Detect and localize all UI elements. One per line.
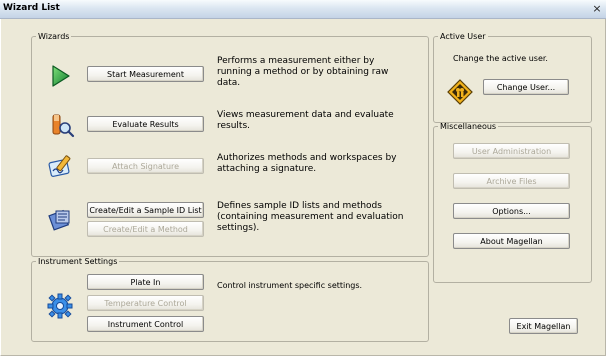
temperature-control-button[interactable]: Temperature Control (87, 295, 204, 311)
signature-icon (48, 155, 71, 177)
user-administration-button[interactable]: User Administration (453, 143, 570, 159)
instrument-settings-description: Control instrument specific settings. (217, 281, 363, 290)
wizards-legend: Wizards (38, 32, 70, 41)
start-measurement-description: Performs a measurement either by running… (217, 56, 389, 88)
plate-in-button[interactable]: Plate In (87, 274, 204, 290)
create-edit-sample-id-list-button[interactable]: Create/Edit a Sample ID List (87, 202, 204, 218)
miscellaneous-legend: Miscellaneous (440, 122, 497, 131)
sample-list-icon (48, 209, 70, 231)
evaluate-results-button[interactable]: Evaluate Results (87, 116, 204, 132)
about-magellan-button[interactable]: About Magellan (453, 233, 570, 249)
archive-files-button[interactable]: Archive Files (453, 173, 570, 189)
attach-signature-description: Authorizes methods and workspaces by att… (217, 153, 397, 174)
evaluate-magnifier-icon (52, 114, 75, 138)
title-bar: Wizard List × (0, 0, 606, 19)
close-icon[interactable]: × (591, 2, 603, 15)
gear-icon (47, 293, 73, 319)
exit-magellan-button[interactable]: Exit Magellan (509, 318, 578, 334)
create-edit-description: Defines sample ID lists and methods (con… (217, 201, 404, 233)
play-arrow-icon (52, 65, 70, 87)
active-user-text: Change the active user. (453, 54, 548, 63)
evaluate-results-description: Views measurement data and evaluate resu… (217, 110, 394, 131)
attach-signature-button[interactable]: Attach Signature (87, 158, 204, 174)
active-user-legend: Active User (440, 32, 486, 41)
window-client: Wizards Start Measurement Performs a mea… (0, 19, 606, 356)
options-button[interactable]: Options... (453, 203, 570, 219)
instrument-settings-legend: Instrument Settings (38, 257, 118, 266)
active-user-group: Active User (433, 32, 592, 123)
instrument-control-button[interactable]: Instrument Control (87, 316, 204, 332)
create-edit-method-button[interactable]: Create/Edit a Method (87, 221, 204, 237)
change-user-button[interactable]: Change User... (483, 79, 569, 95)
window-title: Wizard List (3, 3, 60, 13)
start-measurement-button[interactable]: Start Measurement (87, 66, 204, 82)
user-diamond-icon (447, 79, 473, 105)
